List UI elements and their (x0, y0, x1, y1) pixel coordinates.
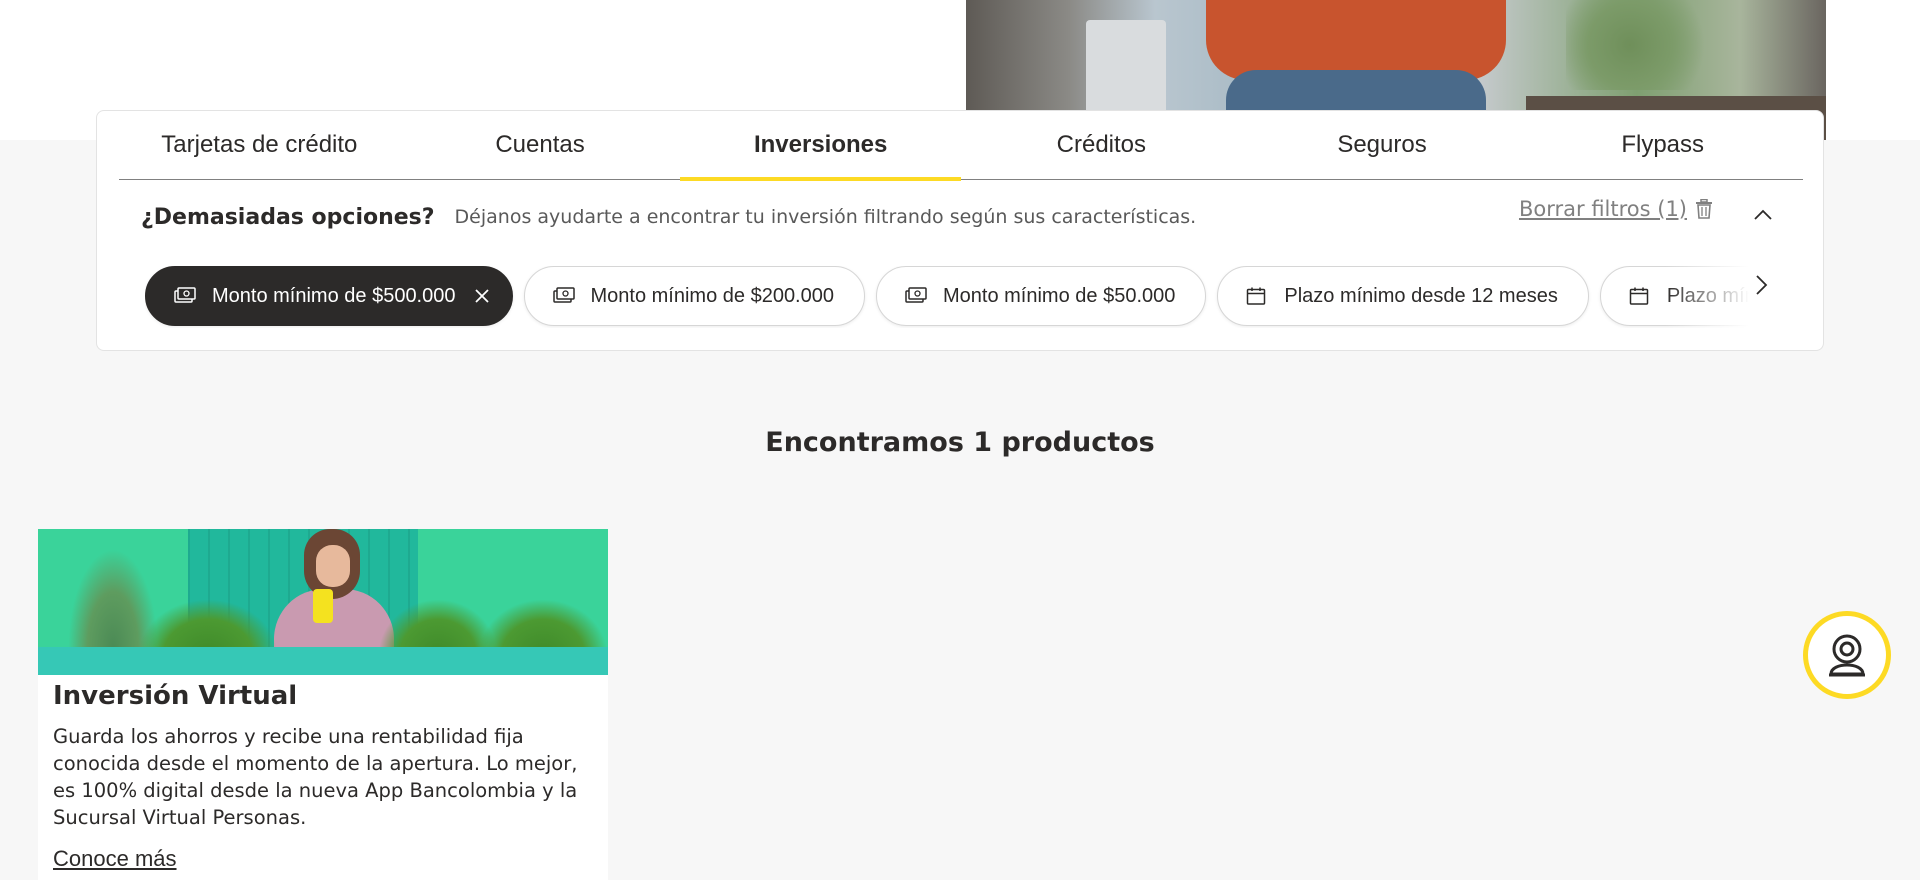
hero-plant-shape (1566, 0, 1726, 90)
clear-filters-button[interactable]: Borrar filtros (1) (1519, 197, 1713, 221)
filter-card: Tarjetas de crédito Cuentas Inversiones … (96, 110, 1824, 351)
tab-seguros[interactable]: Seguros (1242, 111, 1523, 179)
filter-help-title: ¿Demasiadas opciones? (141, 204, 435, 230)
product-title: Inversión Virtual (53, 681, 298, 711)
product-image (38, 529, 608, 675)
money-icon (552, 287, 575, 305)
tab-label: Tarjetas de crédito (161, 131, 358, 158)
close-icon[interactable] (472, 286, 492, 306)
tab-label: Cuentas (495, 131, 585, 158)
product-tabs: Tarjetas de crédito Cuentas Inversiones … (119, 111, 1803, 181)
filter-help-row: ¿Demasiadas opciones? Déjanos ayudarte a… (141, 197, 1781, 237)
filter-chips: Monto mínimo de $500.000 Monto mínimo de… (145, 266, 1785, 326)
product-image-planter (38, 647, 608, 675)
product-image-phone (313, 589, 333, 623)
results-count-title: Encontramos 1 productos (765, 427, 1155, 458)
chevron-right-icon[interactable] (1746, 270, 1776, 300)
money-icon (174, 287, 196, 305)
product-image-person-face (316, 545, 350, 587)
product-description: Guarda los ahorros y recibe una rentabil… (53, 725, 578, 829)
filter-chip-label: Plazo mínimo desde 12 meses (1284, 284, 1558, 307)
tab-tarjetas-de-credito[interactable]: Tarjetas de crédito (119, 111, 400, 179)
filter-chip-monto-50000[interactable]: Monto mínimo de $50.000 (876, 266, 1207, 326)
tab-creditos[interactable]: Créditos (961, 111, 1242, 179)
filter-chip-monto-200000[interactable]: Monto mínimo de $200.000 (523, 266, 865, 326)
tab-label: Seguros (1337, 131, 1427, 158)
filter-chip-label: Monto mínimo de $200.000 (590, 284, 835, 307)
hero-shirt-shape (1206, 0, 1506, 80)
product-learn-more-link[interactable]: Conoce más (53, 846, 177, 872)
tab-cuentas[interactable]: Cuentas (400, 111, 681, 179)
tab-inversiones[interactable]: Inversiones (680, 111, 961, 181)
calendar-icon (1629, 287, 1651, 305)
tab-label: Flypass (1621, 131, 1705, 158)
filter-help-description: Déjanos ayudarte a encontrar tu inversió… (454, 206, 1197, 228)
money-icon (905, 287, 927, 305)
chevron-up-icon[interactable] (1745, 201, 1781, 229)
calendar-icon (1246, 287, 1268, 305)
filter-chips-carousel: Monto mínimo de $500.000 Monto mínimo de… (145, 266, 1785, 328)
chat-agent-icon (1829, 634, 1865, 677)
filter-chip-label: Monto mínimo de $50.000 (943, 284, 1176, 307)
product-card: Inversión Virtual Guarda los ahorros y r… (38, 529, 608, 880)
clear-filters-label: Borrar filtros (1) (1518, 197, 1687, 221)
tab-label: Créditos (1056, 131, 1147, 158)
tab-label: Inversiones (753, 131, 888, 158)
tab-flypass[interactable]: Flypass (1522, 111, 1803, 179)
filter-chip-monto-500000[interactable]: Monto mínimo de $500.000 (145, 266, 513, 326)
filter-chip-plazo-12-meses[interactable]: Plazo mínimo desde 12 meses (1217, 266, 1589, 326)
filter-chip-label: Monto mínimo de $500.000 (212, 284, 456, 307)
chat-assistant-button[interactable] (1803, 611, 1891, 699)
trash-icon (1696, 199, 1712, 219)
